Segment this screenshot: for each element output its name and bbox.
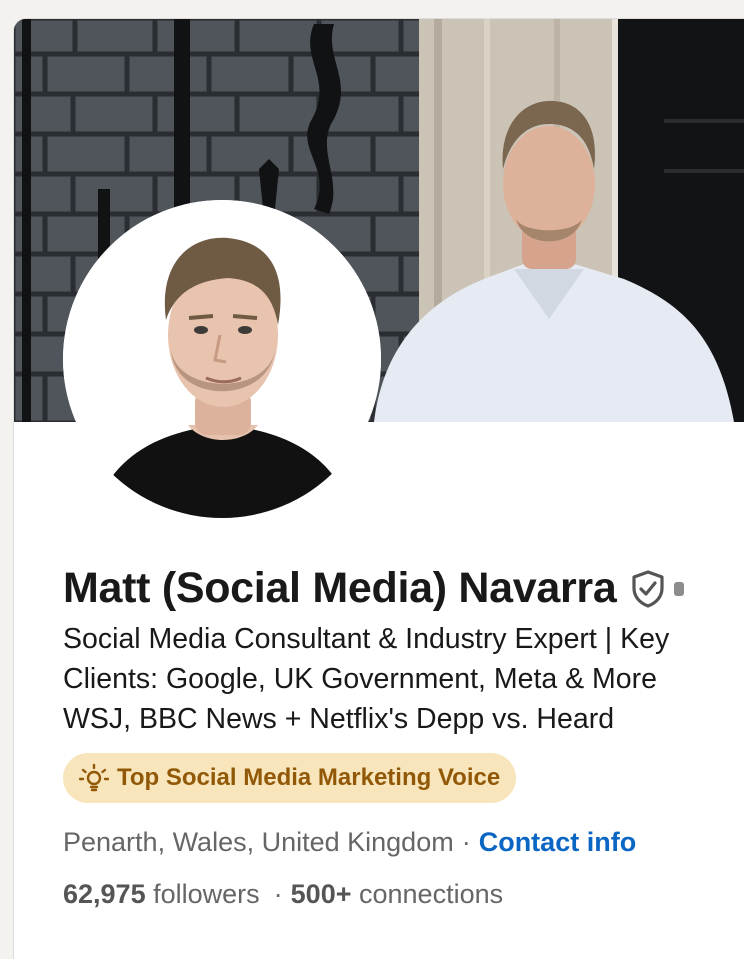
- separator: ·: [461, 827, 471, 857]
- headline-line: Social Media Consultant & Industry Exper…: [63, 623, 670, 655]
- followers-link[interactable]: 62,975 followers: [63, 879, 260, 909]
- top-voice-badge[interactable]: Top Social Media Marketing Voice: [63, 753, 517, 803]
- separator: ·: [273, 879, 283, 909]
- top-voice-label: Top Social Media Marketing Voice: [117, 764, 501, 791]
- contact-info-link[interactable]: Contact info: [479, 827, 636, 857]
- profile-name-row: Matt (Social Media) Navarra: [63, 564, 685, 613]
- headline-line: WSJ, BBC News + Netflix's Depp vs. Heard: [63, 703, 615, 735]
- connections-count: 500+: [290, 879, 352, 909]
- connections-label: connections: [359, 879, 504, 909]
- shield-check-icon[interactable]: [628, 569, 668, 609]
- headline-line: Clients: Google, UK Government, Meta & M…: [63, 663, 657, 695]
- profile-name: Matt (Social Media) Navarra: [63, 564, 617, 612]
- followers-count: 62,975: [63, 879, 146, 909]
- location-row: Penarth, Wales, United Kingdom · Contact i…: [63, 827, 636, 858]
- profile-headline: Social Media Consultant & Industry Exper…: [63, 619, 744, 739]
- profile-photo[interactable]: [63, 200, 381, 518]
- location-text: Penarth, Wales, United Kingdom: [63, 827, 454, 857]
- network-stats: 62,975 followers · 500+ connections: [63, 879, 503, 910]
- connections-link[interactable]: 500+ connections: [291, 879, 503, 909]
- profile-card: Matt (Social Media) Navarra Social Media…: [14, 19, 744, 959]
- followers-label: followers: [153, 879, 260, 909]
- overflow-icon: [674, 581, 685, 596]
- lightbulb-icon: [79, 763, 109, 793]
